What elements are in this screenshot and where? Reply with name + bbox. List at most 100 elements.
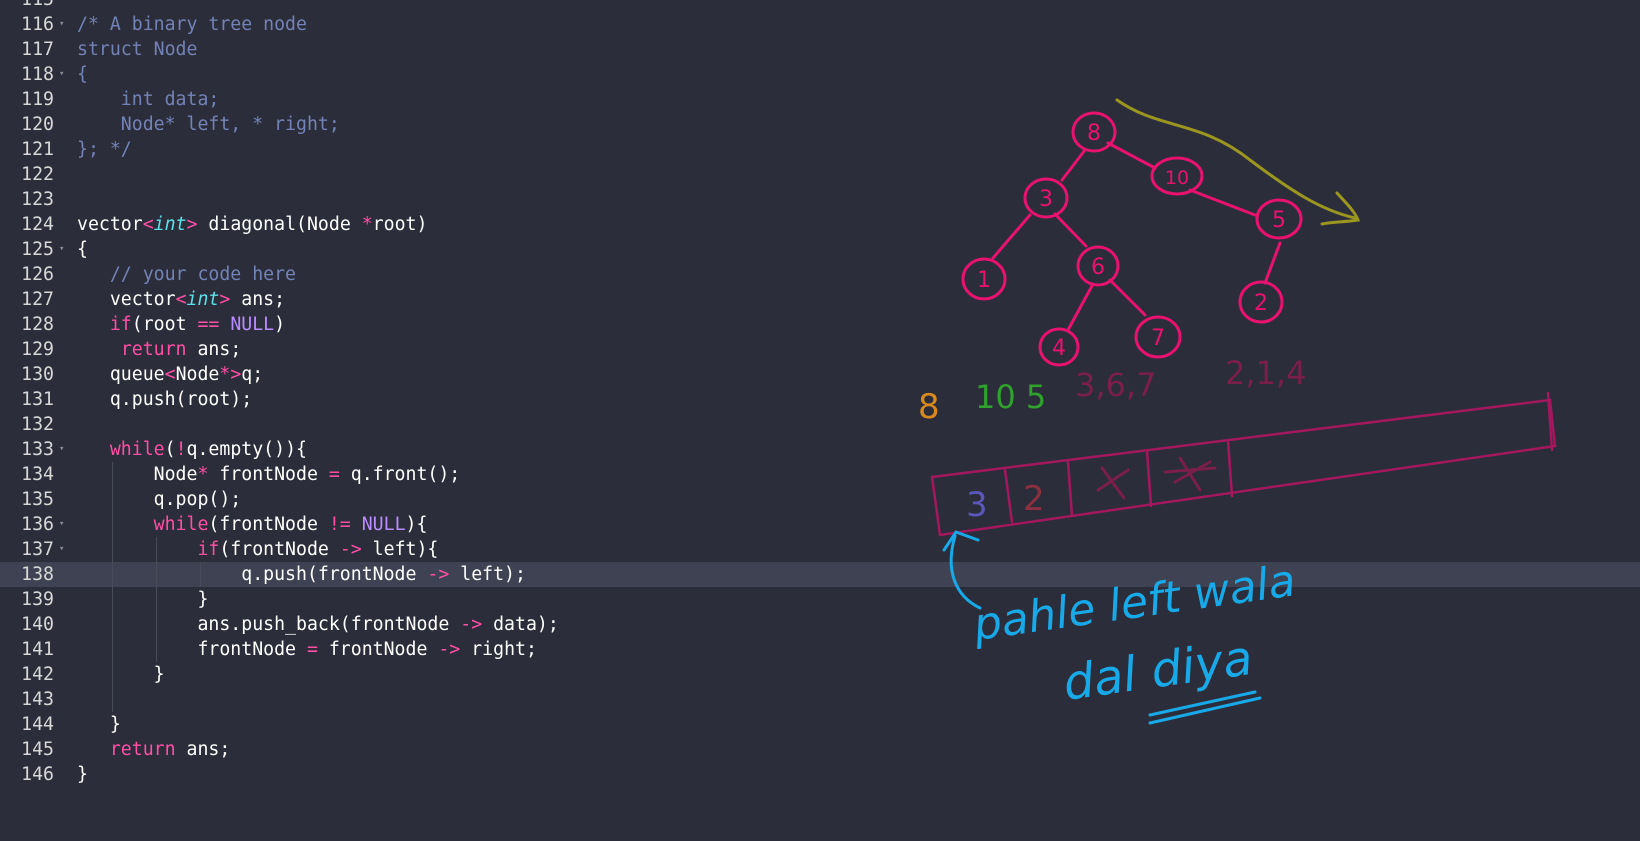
line-number: 116: [21, 14, 54, 35]
code-text: if(root == NULL): [77, 312, 285, 337]
code-line[interactable]: 144 }: [0, 712, 1640, 737]
code-line[interactable]: 128 if(root == NULL): [0, 312, 1640, 337]
code-token: }: [77, 589, 209, 610]
code-line[interactable]: 135 q.pop();: [0, 487, 1640, 512]
code-token: ans;: [175, 739, 231, 760]
code-text: return ans;: [77, 337, 241, 362]
code-text: q.push(root);: [77, 387, 252, 412]
code-token: return: [109, 739, 176, 760]
code-line[interactable]: 130 queue<Node*>q;: [0, 362, 1640, 387]
code-token: ans;: [186, 339, 242, 360]
code-token: if: [197, 539, 220, 560]
code-token: // your code here: [109, 264, 297, 285]
code-token: (frontNode: [219, 539, 340, 560]
line-number: 134: [21, 464, 54, 485]
code-line[interactable]: 123: [0, 187, 1640, 212]
code-token: diagonal(Node: [197, 214, 362, 235]
fold-toggle-icon[interactable]: ▾: [59, 12, 71, 37]
fold-toggle-icon[interactable]: ▾: [59, 512, 71, 537]
code-line[interactable]: 143: [0, 687, 1640, 712]
line-number: 118: [21, 64, 54, 85]
code-token: q.pop();: [77, 489, 242, 510]
line-number: 122: [21, 164, 54, 185]
code-text: q.push(frontNode -> left);: [77, 562, 526, 587]
code-line[interactable]: 119 int data;: [0, 87, 1640, 112]
code-line[interactable]: 127 vector<int> ans;: [0, 287, 1640, 312]
code-token: }: [77, 664, 165, 685]
line-number: 136: [21, 514, 54, 535]
code-token: ans;: [230, 289, 286, 310]
code-text: // your code here: [77, 262, 296, 287]
code-line[interactable]: 140 ans.push_back(frontNode -> data);: [0, 612, 1640, 637]
code-line[interactable]: 121}; */: [0, 137, 1640, 162]
code-token: root): [372, 214, 428, 235]
fold-toggle-icon[interactable]: ▾: [59, 237, 71, 262]
code-token: (root: [131, 314, 198, 335]
line-number: 130: [21, 364, 54, 385]
code-token: struct Node: [77, 39, 198, 60]
code-line[interactable]: 141 frontNode = frontNode -> right;: [0, 637, 1640, 662]
code-line[interactable]: 133 ▾ while(!q.empty()){: [0, 437, 1640, 462]
code-line[interactable]: 120 Node* left, * right;: [0, 112, 1640, 137]
code-text: Node* frontNode = q.front();: [77, 462, 461, 487]
code-token: frontNode: [77, 639, 307, 660]
code-line[interactable]: 146}: [0, 762, 1640, 787]
code-token: int data;: [77, 89, 220, 110]
code-line[interactable]: 134 Node* frontNode = q.front();: [0, 462, 1640, 487]
code-token: /* A binary tree node: [77, 14, 307, 35]
code-line[interactable]: 125 ▾ {: [0, 237, 1640, 262]
fold-toggle-icon[interactable]: ▾: [59, 537, 71, 562]
code-line[interactable]: 126 // your code here: [0, 262, 1640, 287]
line-number: 145: [21, 739, 54, 760]
fold-toggle-icon[interactable]: ▾: [59, 437, 71, 462]
code-text: if(frontNode -> left){: [77, 537, 438, 562]
code-token: }: [77, 714, 121, 735]
line-number: 123: [21, 189, 54, 210]
code-token: !=: [328, 514, 351, 535]
code-token: Node* left, * right;: [77, 114, 340, 135]
code-token: queue: [77, 364, 165, 385]
code-line[interactable]: 124 vector<int> diagonal(Node *root): [0, 212, 1640, 237]
code-line[interactable]: 139 }: [0, 587, 1640, 612]
indent-guide: [112, 687, 113, 712]
fold-toggle-icon[interactable]: ▾: [59, 62, 71, 87]
code-token: *: [197, 464, 209, 485]
code-line[interactable]: 115: [0, 0, 1640, 12]
code-line[interactable]: 117 struct Node: [0, 37, 1640, 62]
code-token: frontNode: [208, 464, 329, 485]
code-line[interactable]: 116 ▾ /* A binary tree node: [0, 12, 1640, 37]
code-line[interactable]: 145 return ans;: [0, 737, 1640, 762]
code-token: }; */: [77, 139, 132, 160]
code-line[interactable]: 132: [0, 412, 1640, 437]
code-token: <: [175, 289, 187, 310]
code-token: ==: [197, 314, 220, 335]
code-line[interactable]: 137 ▾ if(frontNode -> left){: [0, 537, 1640, 562]
code-lines[interactable]: 115116▾/* A binary tree node117struct No…: [0, 0, 1640, 787]
line-number: 128: [21, 314, 54, 335]
line-number: 119: [21, 89, 54, 110]
line-number: 126: [21, 264, 54, 285]
code-line[interactable]: 136 ▾ while(frontNode != NULL){: [0, 512, 1640, 537]
code-line[interactable]: 118 ▾ {: [0, 62, 1640, 87]
code-text: frontNode = frontNode -> right;: [77, 637, 536, 662]
code-token: ->: [438, 639, 461, 660]
code-token: while: [109, 439, 165, 460]
code-token: }: [77, 764, 88, 785]
code-text: }: [77, 762, 88, 787]
code-line[interactable]: 129 return ans;: [0, 337, 1640, 362]
code-editor[interactable]: 115116▾/* A binary tree node117struct No…: [0, 0, 1640, 841]
code-line[interactable]: 131 q.push(root);: [0, 387, 1640, 412]
code-line[interactable]: 142 }: [0, 662, 1640, 687]
code-line[interactable]: 138 q.push(frontNode -> left);: [0, 562, 1640, 587]
code-text: vector<int> ans;: [77, 287, 285, 312]
code-text: vector<int> diagonal(Node *root): [77, 212, 427, 237]
line-number: 144: [21, 714, 54, 735]
code-token: Node: [175, 364, 220, 385]
code-line[interactable]: 122: [0, 162, 1640, 187]
